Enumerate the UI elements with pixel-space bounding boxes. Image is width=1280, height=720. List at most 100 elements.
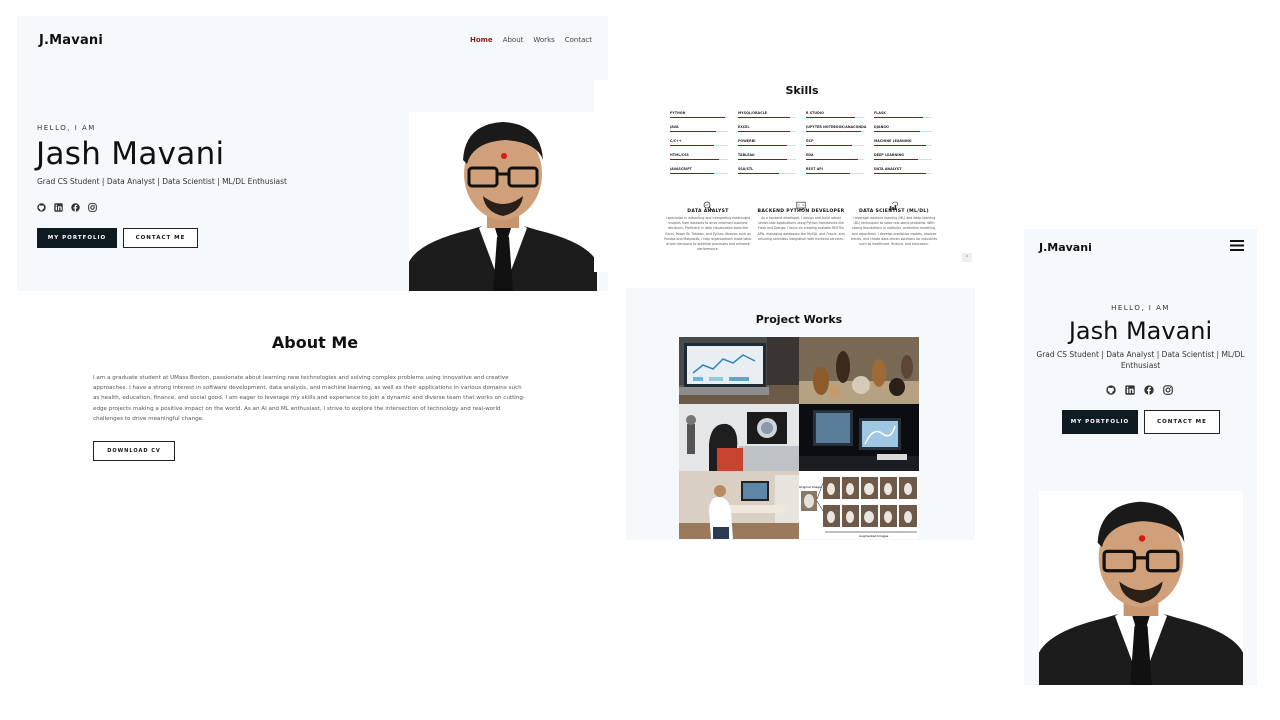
skill-name: JAVASCRIPT (670, 167, 692, 171)
skill-name: DATA ANALYST (874, 167, 902, 171)
skill-progress-fill (738, 131, 791, 132)
linkedin-icon[interactable] (54, 203, 63, 212)
skill-progress-fill (738, 117, 791, 118)
facebook-icon[interactable] (1144, 385, 1154, 395)
role-description: I specialize in extracting and interpret… (664, 216, 752, 252)
doctor-scan-image[interactable] (679, 471, 799, 539)
skill-progress-bar (874, 159, 932, 160)
skill-progress-fill (806, 117, 856, 118)
hero-tagline: Grad CS Student | Data Analyst | Data Sc… (37, 177, 287, 186)
brain-chart-icon (889, 196, 899, 210)
skill-item: DEEP LEARNING (874, 153, 938, 161)
desktop-hero-section: J.Mavani Home About Works Contact HELLO,… (17, 16, 608, 291)
hero-greeting: HELLO, I AM (37, 124, 96, 132)
skill-name: TABLEAU (738, 153, 755, 157)
mobile-my-portfolio-button[interactable]: MY PORTFOLIO (1062, 410, 1138, 434)
mobile-hero-buttons: MY PORTFOLIO CONTACT ME (1062, 410, 1220, 434)
role-title: BACKEND PYTHON DEVELOPER (757, 209, 845, 214)
mobile-name: Jash Mavani (1068, 317, 1213, 345)
microscope-lab-image[interactable] (679, 404, 799, 471)
main-nav: Home About Works Contact (470, 36, 592, 44)
skill-item: R STUDIO (806, 111, 870, 119)
skill-progress-bar (738, 173, 796, 174)
scroll-top-button[interactable]: ⌃ (962, 253, 972, 262)
hero-name: Jash Mavani (36, 136, 225, 172)
about-title: About Me (271, 333, 359, 352)
skill-item: EDA (806, 153, 870, 161)
download-cv-button[interactable]: DOWNLOAD CV (93, 441, 175, 461)
medical-imaging-image[interactable] (799, 404, 919, 471)
skill-progress-bar (738, 159, 796, 160)
about-paragraph: I am a graduate student at UMass Boston,… (93, 375, 525, 422)
mobile-tagline: Grad CS Student | Data Analyst | Data Sc… (1036, 350, 1245, 370)
social-links (37, 203, 97, 212)
augmented-images-grid[interactable]: Original Image Augmented Images (799, 471, 919, 539)
mobile-contact-me-button[interactable]: CONTACT ME (1144, 410, 1220, 434)
project-gallery: Original Image Augmented Images (679, 337, 919, 539)
skill-item: DATA ANALYST (874, 167, 938, 175)
skill-name: POWERBI (738, 139, 756, 143)
skill-progress-fill (874, 145, 927, 146)
skill-progress-bar (874, 173, 932, 174)
skill-item: C/C++ (670, 139, 734, 147)
skill-item: GCP (806, 139, 870, 147)
skill-progress-bar (738, 131, 796, 132)
augmented-images-label: Augmented Images (859, 534, 889, 538)
hamburger-menu-icon[interactable] (1230, 240, 1244, 251)
skill-name: MYSQL/ORACLE (738, 111, 768, 115)
instagram-icon[interactable] (1163, 385, 1173, 395)
my-portfolio-button[interactable]: MY PORTFOLIO (37, 228, 117, 248)
site-logo[interactable]: J.Mavani (39, 33, 103, 48)
skill-item: POWERBI (738, 139, 802, 147)
mobile-logo[interactable]: J.Mavani (1039, 241, 1092, 254)
skill-progress-bar (806, 173, 864, 174)
skill-progress-fill (738, 159, 788, 160)
mobile-social-links (1106, 385, 1173, 395)
skill-item: HTML/CSS (670, 153, 734, 161)
github-icon[interactable] (1106, 385, 1116, 395)
skill-progress-fill (874, 159, 918, 160)
skill-name: C/C++ (670, 139, 682, 143)
skill-progress-fill (738, 173, 779, 174)
dogs-and-cats-image[interactable] (799, 337, 919, 404)
skill-progress-fill (874, 117, 924, 118)
skill-name: R STUDIO (806, 111, 824, 115)
nav-item-works[interactable]: Works (533, 36, 554, 44)
skill-progress-bar (874, 145, 932, 146)
skill-progress-bar (806, 159, 864, 160)
skill-progress-fill (806, 131, 862, 132)
skill-progress-fill (806, 173, 850, 174)
dashboard-laptop-image[interactable] (679, 337, 799, 404)
role-title: DATA SCIENTIST (ML/DL) (859, 209, 929, 214)
instagram-icon[interactable] (88, 203, 97, 212)
skill-item: EXCEL (738, 125, 802, 133)
linkedin-icon[interactable] (1125, 385, 1135, 395)
skill-progress-bar (806, 145, 864, 146)
role-card: DATA ANALYST I specialize in extracting a… (664, 196, 752, 252)
skill-progress-bar (670, 131, 728, 132)
skill-item: SSA/STL (738, 167, 802, 175)
nav-item-contact[interactable]: Contact (565, 36, 592, 44)
skill-item: FLASK (874, 111, 938, 119)
role-cards: DATA ANALYST I specialize in extracting a… (664, 196, 938, 252)
nav-item-home[interactable]: Home (470, 36, 493, 44)
skill-name: JUPYTER NOTEBOOK/ANACONDA (806, 125, 867, 129)
skill-progress-fill (738, 145, 788, 146)
skill-item: JAVA (670, 125, 734, 133)
contact-me-button[interactable]: CONTACT ME (123, 228, 198, 248)
facebook-icon[interactable] (71, 203, 80, 212)
skill-progress-fill (806, 145, 853, 146)
skill-name: HTML/CSS (670, 153, 689, 157)
mobile-greeting: HELLO, I AM (1111, 304, 1170, 312)
role-card: BACKEND PYTHON DEVELOPER As a backend dev… (757, 196, 845, 252)
skill-item: JUPYTER NOTEBOOK/ANACONDA (806, 125, 870, 133)
skill-progress-bar (738, 145, 796, 146)
skill-name: DJANGO (874, 125, 889, 129)
skill-name: SSA/STL (738, 167, 754, 171)
github-icon[interactable] (37, 203, 46, 212)
skill-name: GCP (806, 139, 814, 143)
nav-item-about[interactable]: About (503, 36, 524, 44)
role-description: I leverage machine learning (ML) and dee… (850, 216, 938, 247)
skills-grid: PYTHON MYSQL/ORACLE R STUDIO FLASK JAVA EXCEL… (670, 111, 946, 175)
skill-progress-fill (670, 159, 720, 160)
